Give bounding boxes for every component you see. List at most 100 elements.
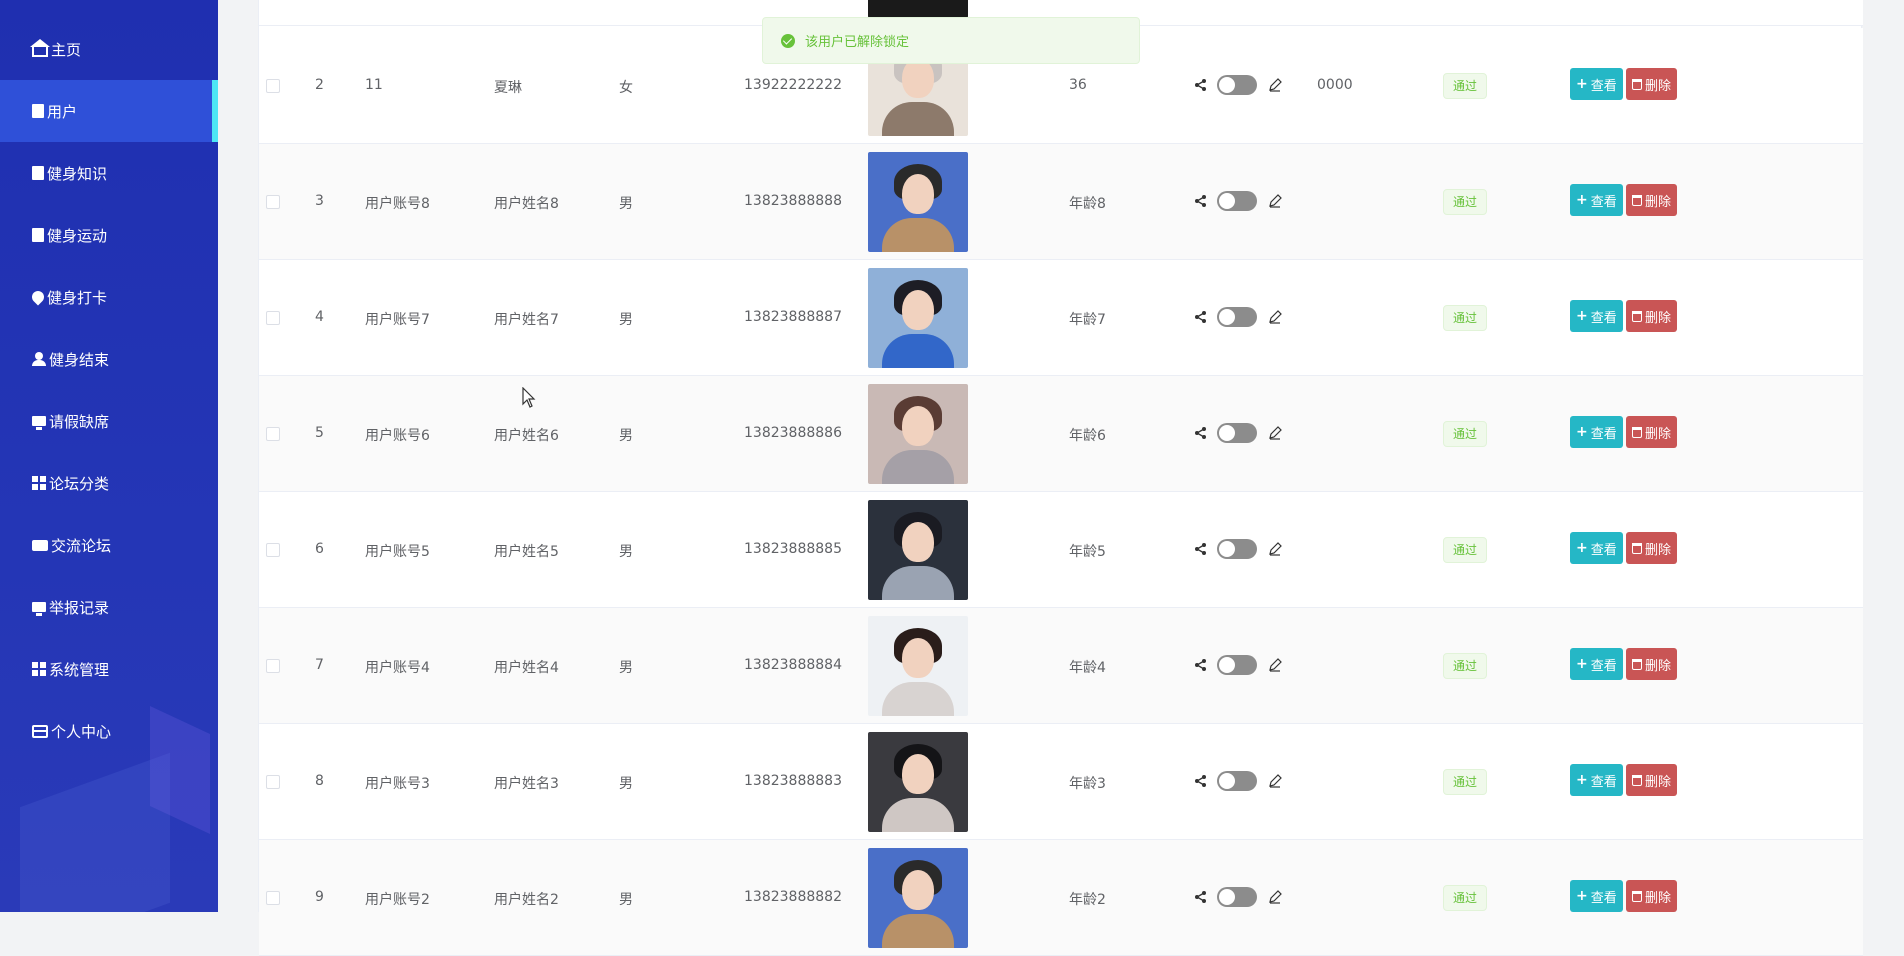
row-checkbox[interactable]: [266, 543, 280, 557]
delete-button[interactable]: 删除: [1626, 416, 1678, 448]
delete-button[interactable]: 删除: [1626, 648, 1678, 680]
user-account: 用户账号5: [365, 544, 430, 560]
view-button[interactable]: + 查看: [1570, 532, 1623, 564]
trash-icon: [1632, 194, 1642, 206]
edit-icon[interactable]: [1268, 426, 1282, 440]
row-index: 3: [315, 193, 324, 209]
user-account: 用户账号2: [365, 892, 430, 908]
user-phone: 13823888885: [744, 541, 842, 557]
share-icon[interactable]: [1194, 426, 1208, 440]
pin-icon: [29, 288, 47, 306]
delete-button[interactable]: 删除: [1626, 764, 1678, 796]
user-gender: 男: [619, 312, 633, 328]
plus-icon: +: [1576, 540, 1588, 556]
view-button[interactable]: + 查看: [1570, 416, 1623, 448]
edit-icon[interactable]: [1268, 194, 1282, 208]
row-checkbox[interactable]: [266, 79, 280, 93]
user-age: 年龄8: [1069, 196, 1106, 212]
plus-icon: +: [1576, 656, 1588, 672]
edit-icon[interactable]: [1268, 78, 1282, 92]
delete-button[interactable]: 删除: [1626, 880, 1678, 912]
sidebar-item-label: 请假缺席: [49, 412, 110, 431]
view-button[interactable]: + 查看: [1570, 880, 1623, 912]
share-icon[interactable]: [1194, 774, 1208, 788]
status-badge: 通过: [1443, 421, 1488, 447]
view-button-label: 查看: [1590, 310, 1617, 326]
sidebar-item-0[interactable]: 主页: [0, 18, 218, 80]
clipboard-icon: [32, 104, 44, 118]
share-icon[interactable]: [1194, 78, 1208, 92]
lock-toggle[interactable]: [1217, 423, 1257, 443]
sidebar-item-9[interactable]: 举报记录: [0, 576, 218, 638]
delete-button[interactable]: 删除: [1626, 532, 1678, 564]
delete-button-label: 删除: [1645, 658, 1672, 674]
sidebar-item-label: 健身运动: [47, 226, 108, 245]
user-age: 36: [1069, 77, 1087, 93]
share-icon[interactable]: [1194, 194, 1208, 208]
user-photo[interactable]: [868, 616, 968, 716]
edit-icon[interactable]: [1268, 658, 1282, 672]
status-badge: 通过: [1443, 769, 1488, 795]
sidebar-item-7[interactable]: 论坛分类: [0, 452, 218, 514]
row-checkbox[interactable]: [266, 195, 280, 209]
row-checkbox[interactable]: [266, 659, 280, 673]
lock-toggle[interactable]: [1217, 539, 1257, 559]
lock-toggle[interactable]: [1217, 307, 1257, 327]
row-checkbox[interactable]: [266, 427, 280, 441]
lock-toggle[interactable]: [1217, 771, 1257, 791]
view-button[interactable]: + 查看: [1570, 300, 1623, 332]
delete-button-label: 删除: [1645, 542, 1672, 558]
edit-icon[interactable]: [1268, 890, 1282, 904]
user-photo[interactable]: [868, 384, 968, 484]
delete-button[interactable]: 删除: [1626, 184, 1678, 216]
status-badge: 通过: [1443, 537, 1488, 563]
user-name: 用户姓名2: [494, 892, 559, 908]
view-button[interactable]: + 查看: [1570, 68, 1623, 100]
sidebar-item-6[interactable]: 请假缺席: [0, 390, 218, 452]
edit-icon[interactable]: [1268, 310, 1282, 324]
row-index: 8: [315, 773, 324, 789]
table-row: 8 用户账号3 用户姓名3 男 13823888883 年龄3 通过 + 查看 删…: [259, 724, 1863, 840]
user-age: 年龄6: [1069, 428, 1106, 444]
user-name: 用户姓名5: [494, 544, 559, 560]
sidebar-item-11[interactable]: 个人中心: [0, 700, 218, 762]
view-button[interactable]: + 查看: [1570, 764, 1623, 796]
row-checkbox[interactable]: [266, 311, 280, 325]
sidebar-item-label: 健身知识: [47, 164, 108, 183]
sidebar-item-4[interactable]: 健身打卡: [0, 266, 218, 328]
user-photo[interactable]: [868, 268, 968, 368]
share-icon[interactable]: [1194, 890, 1208, 904]
lock-toggle[interactable]: [1217, 887, 1257, 907]
row-checkbox[interactable]: [266, 775, 280, 789]
sidebar-item-5[interactable]: 健身结束: [0, 328, 218, 390]
sidebar-item-10[interactable]: 系统管理: [0, 638, 218, 700]
sidebar-item-1[interactable]: 用户: [0, 80, 218, 142]
sidebar-item-label: 系统管理: [49, 660, 110, 679]
delete-button[interactable]: 删除: [1626, 300, 1678, 332]
view-button[interactable]: + 查看: [1570, 184, 1623, 216]
table-row: 7 用户账号4 用户姓名4 男 13823888884 年龄4 通过 + 查看 删…: [259, 608, 1863, 724]
user-photo[interactable]: [868, 848, 968, 948]
trash-icon: [1632, 310, 1642, 322]
edit-icon[interactable]: [1268, 774, 1282, 788]
edit-icon[interactable]: [1268, 542, 1282, 556]
share-icon[interactable]: [1194, 658, 1208, 672]
delete-button[interactable]: 删除: [1626, 68, 1678, 100]
lock-toggle[interactable]: [1217, 191, 1257, 211]
sidebar-item-2[interactable]: 健身知识: [0, 142, 218, 204]
sidebar-item-3[interactable]: 健身运动: [0, 204, 218, 266]
row-index: 2: [315, 77, 324, 93]
lock-toggle[interactable]: [1217, 655, 1257, 675]
user-photo[interactable]: [868, 152, 968, 252]
row-checkbox[interactable]: [266, 891, 280, 905]
view-button[interactable]: + 查看: [1570, 648, 1623, 680]
user-photo: [868, 0, 968, 18]
share-icon[interactable]: [1194, 542, 1208, 556]
lock-toggle[interactable]: [1217, 75, 1257, 95]
user-photo[interactable]: [868, 732, 968, 832]
share-icon[interactable]: [1194, 310, 1208, 324]
sidebar-item-8[interactable]: 交流论坛: [0, 514, 218, 576]
table-row: 6 用户账号5 用户姓名5 男 13823888885 年龄5 通过 + 查看 删…: [259, 492, 1863, 608]
user-photo[interactable]: [868, 500, 968, 600]
user-gender: 男: [619, 892, 633, 908]
